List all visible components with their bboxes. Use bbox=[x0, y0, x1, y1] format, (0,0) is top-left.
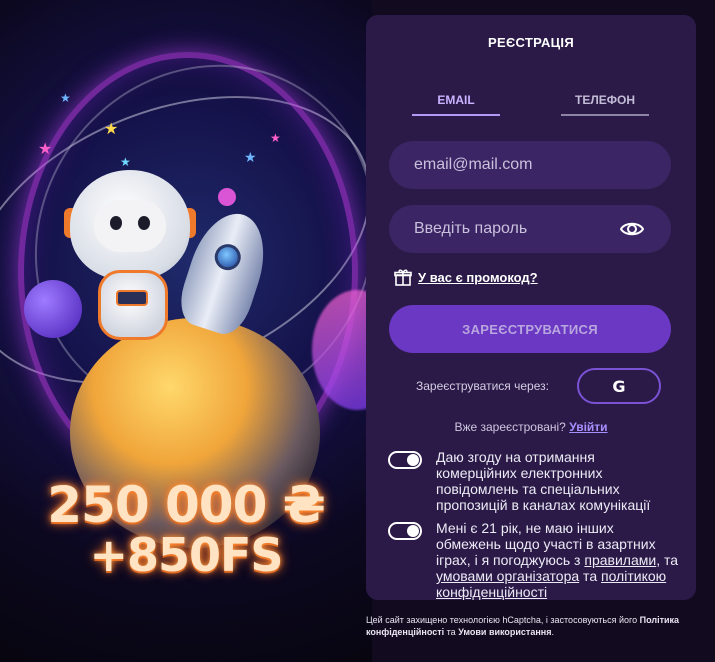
captcha-notice: Цей сайт захищено технологією hCaptcha, … bbox=[366, 615, 680, 637]
star-icon: ★ bbox=[120, 155, 131, 169]
star-icon: ★ bbox=[270, 131, 281, 145]
age-consent-toggle[interactable] bbox=[388, 522, 422, 540]
planet-image bbox=[218, 188, 236, 206]
login-prompt: Вже зареєстровані? Увійти bbox=[366, 420, 696, 434]
marketing-consent-toggle[interactable] bbox=[388, 451, 422, 469]
google-icon: G bbox=[612, 376, 626, 396]
google-signup-button[interactable]: G bbox=[577, 368, 661, 404]
eye bbox=[138, 216, 150, 230]
bonus-free-spins: +850FS bbox=[89, 528, 283, 582]
gift-icon bbox=[394, 269, 412, 286]
consent-age: Мені є 21 рік, не маю інших обмежень щод… bbox=[388, 520, 678, 600]
star-icon: ★ bbox=[60, 91, 71, 105]
consent-marketing: Даю згоду на отримання комерційних елект… bbox=[388, 449, 678, 513]
rocket-window bbox=[211, 240, 245, 274]
promo-code-label: У вас є промокод? bbox=[418, 269, 538, 285]
form-title: РЕЄСТРАЦІЯ bbox=[488, 35, 574, 50]
rules-link[interactable]: правилами bbox=[584, 552, 656, 568]
marketing-consent-text: Даю згоду на отримання комерційних елект… bbox=[436, 449, 651, 513]
show-password-icon[interactable] bbox=[620, 219, 644, 239]
bonus-amount: 250 000 ₴ bbox=[47, 476, 326, 534]
age-consent-text: Мені є 21 рік, не маю інших обмежень щод… bbox=[436, 520, 679, 600]
astronaut-image bbox=[64, 170, 200, 350]
tab-email[interactable]: EMAIL bbox=[412, 93, 500, 116]
registration-panel: РЕЄСТРАЦІЯ EMAIL ТЕЛЕФОН У вас є промоко… bbox=[366, 15, 696, 600]
already-registered-text: Вже зареєстровані? bbox=[454, 420, 566, 434]
promo-banner: ★ ★ ★ ★ ★ ★ 250 000 ₴ +850FS bbox=[0, 0, 372, 662]
suit-panel bbox=[116, 290, 148, 306]
social-signup-label: Зареєструватися через: bbox=[416, 379, 549, 393]
email-field[interactable] bbox=[389, 141, 671, 189]
star-icon: ★ bbox=[244, 149, 257, 165]
terms-link[interactable]: умовами організатора bbox=[436, 568, 579, 584]
captcha-terms-link[interactable]: Умови використання bbox=[458, 627, 551, 637]
tab-phone[interactable]: ТЕЛЕФОН bbox=[561, 93, 649, 116]
visor bbox=[94, 200, 166, 252]
star-icon: ★ bbox=[38, 141, 53, 158]
login-link[interactable]: Увійти bbox=[569, 420, 607, 434]
promo-code-link[interactable]: У вас є промокод? bbox=[394, 268, 538, 286]
eye bbox=[110, 216, 122, 230]
register-button[interactable]: ЗАРЕЄСТРУВАТИСЯ bbox=[389, 305, 671, 353]
star-icon: ★ bbox=[104, 121, 119, 138]
